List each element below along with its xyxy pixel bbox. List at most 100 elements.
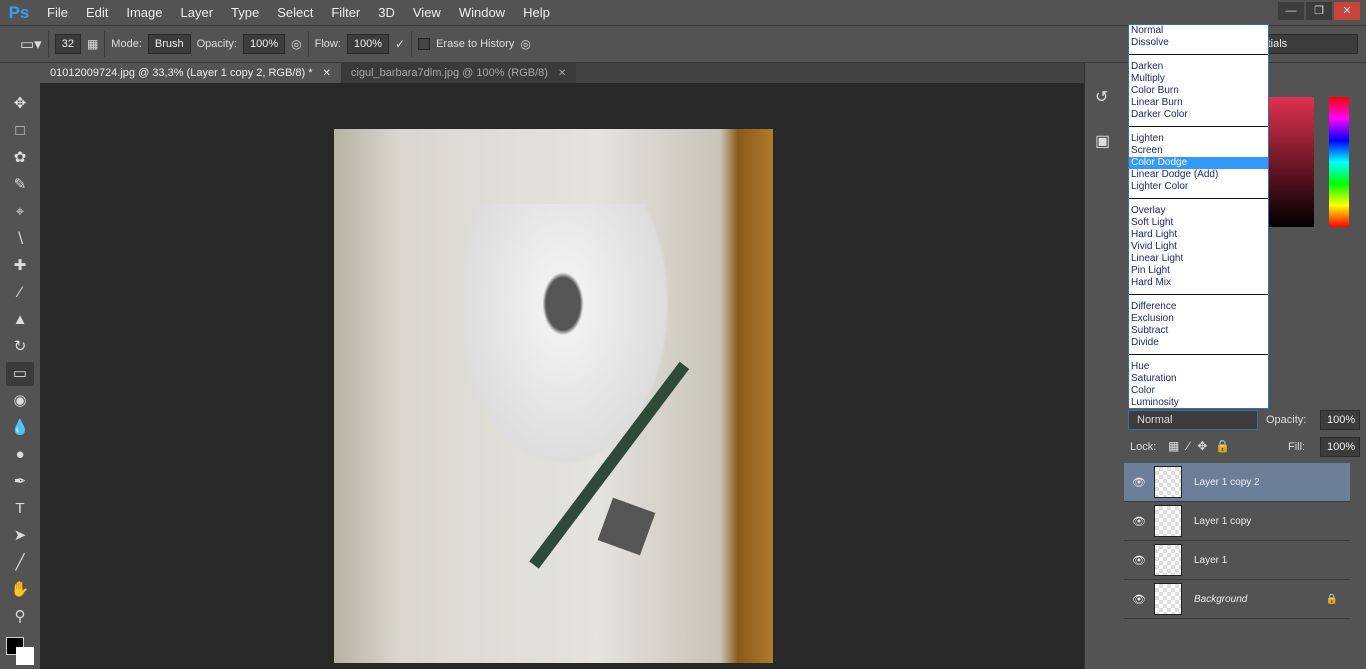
blend-option[interactable]: Lighter Color xyxy=(1129,181,1268,193)
blend-option[interactable]: Exclusion xyxy=(1129,313,1268,325)
visibility-eye-icon[interactable]: 👁 xyxy=(1124,593,1154,606)
pressure-size-icon[interactable]: ◎ xyxy=(520,37,530,51)
menu-select[interactable]: Select xyxy=(268,5,322,20)
blend-option[interactable]: Linear Light xyxy=(1129,253,1268,265)
menu-file[interactable]: File xyxy=(38,5,77,20)
blend-option[interactable]: Hard Light xyxy=(1129,229,1268,241)
close-tab-icon[interactable]: ✕ xyxy=(558,68,566,79)
color-picker-field[interactable] xyxy=(1269,97,1314,227)
blend-option[interactable]: Divide xyxy=(1129,337,1268,349)
document-canvas[interactable] xyxy=(334,129,773,663)
hue-slider[interactable] xyxy=(1329,97,1349,227)
background-color-swatch[interactable] xyxy=(16,647,34,665)
close-button[interactable]: ✕ xyxy=(1334,2,1360,20)
menu-3d[interactable]: 3D xyxy=(369,5,404,20)
visibility-eye-icon[interactable]: 👁 xyxy=(1124,554,1154,567)
eraser-tool-icon[interactable]: ▭ xyxy=(6,362,34,386)
menu-help[interactable]: Help xyxy=(514,5,559,20)
visibility-eye-icon[interactable]: 👁 xyxy=(1124,476,1154,489)
history-brush-tool-icon[interactable]: ↻ xyxy=(6,335,34,359)
eraser-tool-preset-icon[interactable]: ▭▾ xyxy=(20,35,42,53)
divider xyxy=(1129,294,1268,295)
restore-button[interactable]: ❐ xyxy=(1306,2,1332,20)
brush-panel-icon[interactable]: ▦ xyxy=(87,37,98,51)
menu-layer[interactable]: Layer xyxy=(172,5,223,20)
path-select-tool-icon[interactable]: ➤ xyxy=(6,524,34,548)
layer-name: Layer 1 copy xyxy=(1194,515,1252,527)
quick-select-tool-icon[interactable]: ✎ xyxy=(6,173,34,197)
menu-window[interactable]: Window xyxy=(450,5,514,20)
stamp-tool-icon[interactable]: ▲ xyxy=(6,308,34,332)
blend-option[interactable]: Linear Burn xyxy=(1129,97,1268,109)
layer-row[interactable]: 👁 Background 🔒 xyxy=(1124,580,1350,619)
history-panel-icon[interactable]: ↺ xyxy=(1095,87,1114,107)
blend-option[interactable]: Multiply xyxy=(1129,73,1268,85)
blend-option[interactable]: Subtract xyxy=(1129,325,1268,337)
layer-thumbnail xyxy=(1154,466,1182,498)
pressure-opacity-icon[interactable]: ◎ xyxy=(291,37,301,51)
layer-row[interactable]: 👁 Layer 1 copy 2 xyxy=(1124,463,1350,502)
3d-panel-icon[interactable]: ▣ xyxy=(1095,131,1114,151)
airbrush-icon[interactable]: ✓ xyxy=(395,37,405,51)
blend-option[interactable]: Lighten xyxy=(1129,133,1268,145)
layer-blend-mode-select[interactable]: Normal xyxy=(1128,410,1258,430)
blend-option[interactable]: Color xyxy=(1129,385,1268,397)
blend-option[interactable]: Difference xyxy=(1129,301,1268,313)
menu-type[interactable]: Type xyxy=(222,5,268,20)
blend-option[interactable]: Vivid Light xyxy=(1129,241,1268,253)
document-tab[interactable]: 01012009724.jpg @ 33,3% (Layer 1 copy 2,… xyxy=(40,63,341,83)
mode-select[interactable]: Brush xyxy=(147,34,191,54)
type-tool-icon[interactable]: T xyxy=(6,497,34,521)
layer-row[interactable]: 👁 Layer 1 xyxy=(1124,541,1350,580)
blend-option[interactable]: Linear Dodge (Add) xyxy=(1129,169,1268,181)
document-tab[interactable]: cigul_barbara7dlm.jpg @ 100% (RGB/8) ✕ xyxy=(340,63,577,83)
blend-option[interactable]: Color Dodge xyxy=(1129,157,1268,169)
blend-option[interactable]: Overlay xyxy=(1129,205,1268,217)
layer-row[interactable]: 👁 Layer 1 copy xyxy=(1124,502,1350,541)
blend-option[interactable]: Color Burn xyxy=(1129,85,1268,97)
menu-filter[interactable]: Filter xyxy=(322,5,369,20)
opacity-input[interactable]: 100% xyxy=(242,34,286,54)
canvas-area[interactable] xyxy=(40,83,1084,669)
crop-tool-icon[interactable]: ⌖ xyxy=(6,200,34,224)
hand-tool-icon[interactable]: ✋ xyxy=(6,578,34,602)
zoom-tool-icon[interactable]: ⚲ xyxy=(6,605,34,629)
menu-view[interactable]: View xyxy=(404,5,450,20)
move-tool-icon[interactable]: ✥ xyxy=(6,92,34,116)
lasso-tool-icon[interactable]: ✿ xyxy=(6,146,34,170)
minimize-button[interactable]: — xyxy=(1278,2,1304,20)
brush-size-picker[interactable]: 32 xyxy=(54,34,81,54)
blend-option[interactable]: Dissolve xyxy=(1129,37,1268,49)
blend-option[interactable]: Saturation xyxy=(1129,373,1268,385)
layer-thumbnail xyxy=(1154,505,1182,537)
pen-tool-icon[interactable]: ✒ xyxy=(6,470,34,494)
blend-option[interactable]: Darken xyxy=(1129,61,1268,73)
brush-tool-icon[interactable]: ∕ xyxy=(6,281,34,305)
healing-brush-tool-icon[interactable]: ✚ xyxy=(6,254,34,278)
blend-option[interactable]: Screen xyxy=(1129,145,1268,157)
photoshop-logo: Ps xyxy=(8,2,30,22)
panel-dock: ↺ ▣ xyxy=(1084,63,1124,669)
blend-option[interactable]: Darker Color xyxy=(1129,109,1268,121)
marquee-tool-icon[interactable]: □ xyxy=(6,119,34,143)
line-tool-icon[interactable]: ╱ xyxy=(6,551,34,575)
blend-option[interactable]: Pin Light xyxy=(1129,265,1268,277)
blend-option[interactable]: Hue xyxy=(1129,361,1268,373)
layer-opacity-input[interactable]: 100% xyxy=(1320,410,1360,430)
blur-tool-icon[interactable]: 💧 xyxy=(6,416,34,440)
eyedropper-tool-icon[interactable]: ∖ xyxy=(6,227,34,251)
menu-edit[interactable]: Edit xyxy=(77,5,117,20)
dodge-tool-icon[interactable]: ● xyxy=(6,443,34,467)
close-tab-icon[interactable]: ✕ xyxy=(323,68,331,79)
lock-icons[interactable]: ▦∕✥🔒 xyxy=(1168,439,1238,453)
flow-input[interactable]: 100% xyxy=(346,34,390,54)
blend-option[interactable]: Soft Light xyxy=(1129,217,1268,229)
erase-history-checkbox[interactable] xyxy=(418,38,431,50)
paint-bucket-tool-icon[interactable]: ◉ xyxy=(6,389,34,413)
menu-image[interactable]: Image xyxy=(117,5,171,20)
blend-option[interactable]: Luminosity xyxy=(1129,397,1268,409)
blend-option[interactable]: Normal xyxy=(1129,25,1268,37)
blend-option[interactable]: Hard Mix xyxy=(1129,277,1268,289)
visibility-eye-icon[interactable]: 👁 xyxy=(1124,515,1154,528)
fill-input[interactable]: 100% xyxy=(1320,437,1360,457)
